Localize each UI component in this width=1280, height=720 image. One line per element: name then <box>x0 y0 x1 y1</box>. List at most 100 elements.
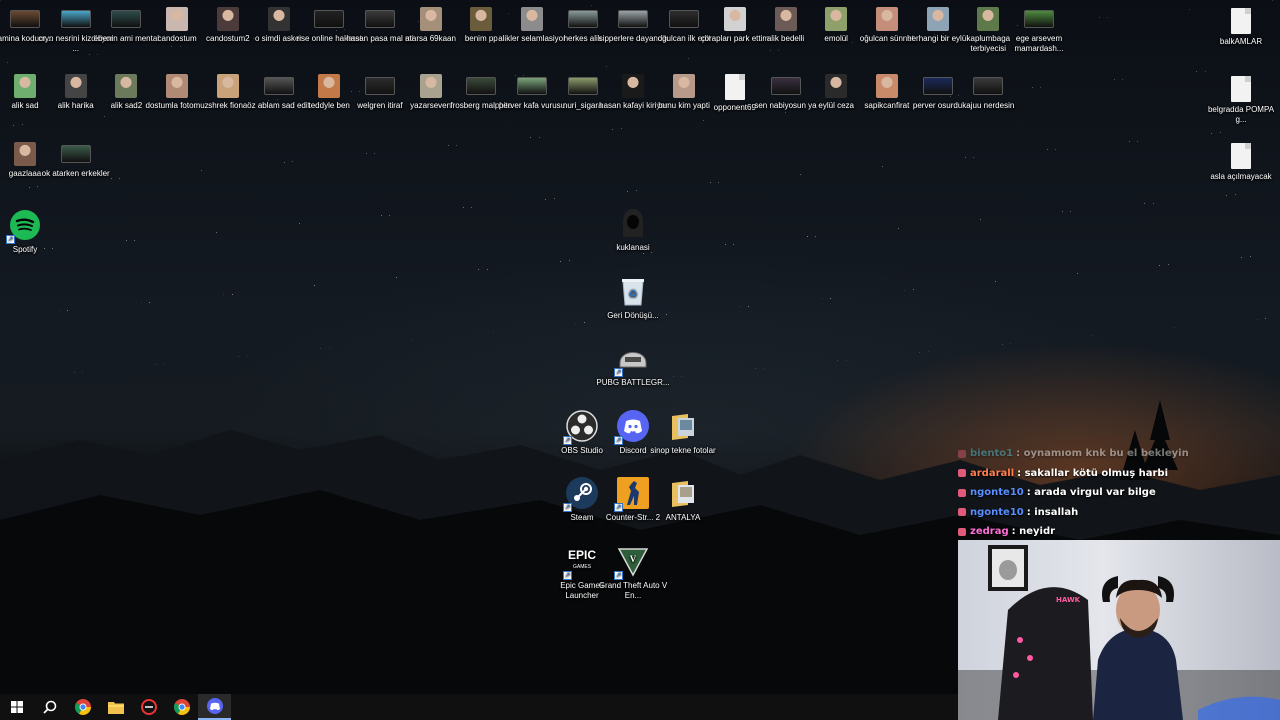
star <box>320 347 322 349</box>
file-label: ok atarken erkekler <box>41 169 110 178</box>
desktop-file-icon[interactable]: ok atarken erkekler <box>38 142 114 179</box>
webcam-feed: HAWK <box>958 545 1280 720</box>
photo-thumbnail-icon <box>875 74 898 98</box>
sinop-folder-desktop-icon[interactable]: sinop tekne fotolar <box>645 409 721 456</box>
photo-thumbnail-icon <box>216 74 239 98</box>
photo-thumbnail-icon <box>419 74 442 98</box>
desktop-file-belgradda[interactable]: belgradda POMPA g... <box>1203 76 1279 125</box>
chrome-button[interactable] <box>66 694 99 720</box>
desktop-file-icon[interactable]: ege arsevem mamardash... <box>1001 7 1077 54</box>
star <box>125 240 127 242</box>
recycle-bin-desktop-icon[interactable]: ♻ Geri Dönüşü... <box>595 274 671 321</box>
app-button[interactable] <box>132 694 165 720</box>
discord-taskbar-button[interactable] <box>198 694 231 720</box>
file-label: ege arsevem mamardash... <box>1014 34 1064 53</box>
star <box>493 330 495 332</box>
start-button[interactable] <box>0 694 33 720</box>
star <box>1137 140 1139 142</box>
photo-thumbnail-icon <box>825 74 848 98</box>
star <box>6 62 8 64</box>
star <box>904 289 906 291</box>
star <box>21 124 23 126</box>
spotify-label: Spotify <box>12 245 38 254</box>
chat-username: ardarall <box>970 467 1015 479</box>
video-thumbnail-icon <box>567 10 598 28</box>
star <box>830 297 832 299</box>
icon-label: Grand Theft Auto V En... <box>598 581 668 600</box>
star <box>919 351 921 353</box>
star <box>82 371 84 373</box>
star <box>560 260 562 262</box>
desktop-file-balkamlar[interactable]: balkAMLAR <box>1203 8 1279 47</box>
video-thumbnail-icon <box>314 10 345 28</box>
star <box>538 136 540 138</box>
star <box>28 186 30 188</box>
chat-text: : neyidr <box>1011 526 1056 538</box>
chat-username: ngonte10 <box>970 487 1024 499</box>
star <box>1234 194 1236 196</box>
chat-username: ngonte10 <box>970 506 1024 518</box>
spotify-icon: ↗ <box>6 208 42 244</box>
star <box>1098 17 1100 19</box>
star <box>283 161 285 163</box>
star <box>58 310 60 312</box>
video-thumbnail-icon <box>973 77 1004 95</box>
star <box>119 177 121 179</box>
star <box>134 239 136 241</box>
stream-chat-overlay: biento1: oynamıom knk bu el bekleyin arda… <box>958 444 1278 542</box>
star <box>778 49 780 51</box>
star <box>73 372 75 374</box>
desktop-icon-kuklanasi[interactable]: kuklanasi <box>595 206 671 253</box>
antalya-folder-desktop-icon[interactable]: ANTALYA <box>645 476 721 523</box>
star <box>770 50 771 51</box>
star <box>1001 343 1003 345</box>
video-thumbnail-icon <box>1024 10 1054 28</box>
folder-icon <box>666 476 700 510</box>
desktop-file-icon[interactable]: kajuu nerdesin <box>950 74 1026 111</box>
star <box>575 322 577 324</box>
star <box>620 128 622 130</box>
star <box>1009 343 1011 345</box>
star <box>298 223 300 225</box>
star <box>463 207 464 208</box>
star <box>702 120 704 122</box>
chat-text: : insallah <box>1026 506 1079 518</box>
star <box>1077 273 1078 274</box>
obs-icon: ↗ <box>563 409 599 445</box>
video-thumbnail-icon <box>60 145 91 163</box>
spotify-desktop-icon[interactable]: ↗ Spotify <box>0 208 63 255</box>
chrome-button-2[interactable] <box>165 694 198 720</box>
star <box>1113 79 1115 81</box>
star <box>478 268 480 270</box>
star <box>1061 211 1063 213</box>
star <box>1040 86 1042 88</box>
gta-v-desktop-icon[interactable]: V ↗ Grand Theft Auto V En... <box>595 544 671 601</box>
desktop-file-asla-acilmayacak[interactable]: asla açılmayacak <box>1203 143 1279 182</box>
photo-thumbnail-icon <box>166 7 189 31</box>
star <box>471 206 473 208</box>
star <box>1152 202 1154 204</box>
pubg-desktop-icon[interactable]: ↗ PUBG BATTLEGR... <box>595 341 671 388</box>
star <box>447 145 449 147</box>
search-button[interactable] <box>33 694 66 720</box>
photo-thumbnail-icon <box>521 7 543 31</box>
star <box>1264 318 1266 320</box>
chat-message: ardarall: sakallar kötü olmuş harbi <box>958 464 1278 484</box>
video-thumbnail-icon <box>922 77 953 95</box>
star <box>201 169 203 171</box>
star <box>88 54 90 56</box>
svg-text:EPIC: EPIC <box>568 548 596 562</box>
star <box>13 124 15 126</box>
chat-badge-icon <box>958 449 966 458</box>
photo-thumbnail-icon <box>673 74 696 98</box>
recycle-bin-icon: ♻ <box>616 274 650 308</box>
star <box>964 157 966 159</box>
star <box>365 153 367 155</box>
file-explorer-button[interactable] <box>99 694 132 720</box>
star <box>1129 141 1130 142</box>
photo-thumbnail-icon <box>875 7 898 31</box>
star <box>395 277 397 279</box>
star <box>927 351 929 353</box>
chat-badge-icon <box>958 488 966 497</box>
video-thumbnail-icon <box>60 10 91 28</box>
